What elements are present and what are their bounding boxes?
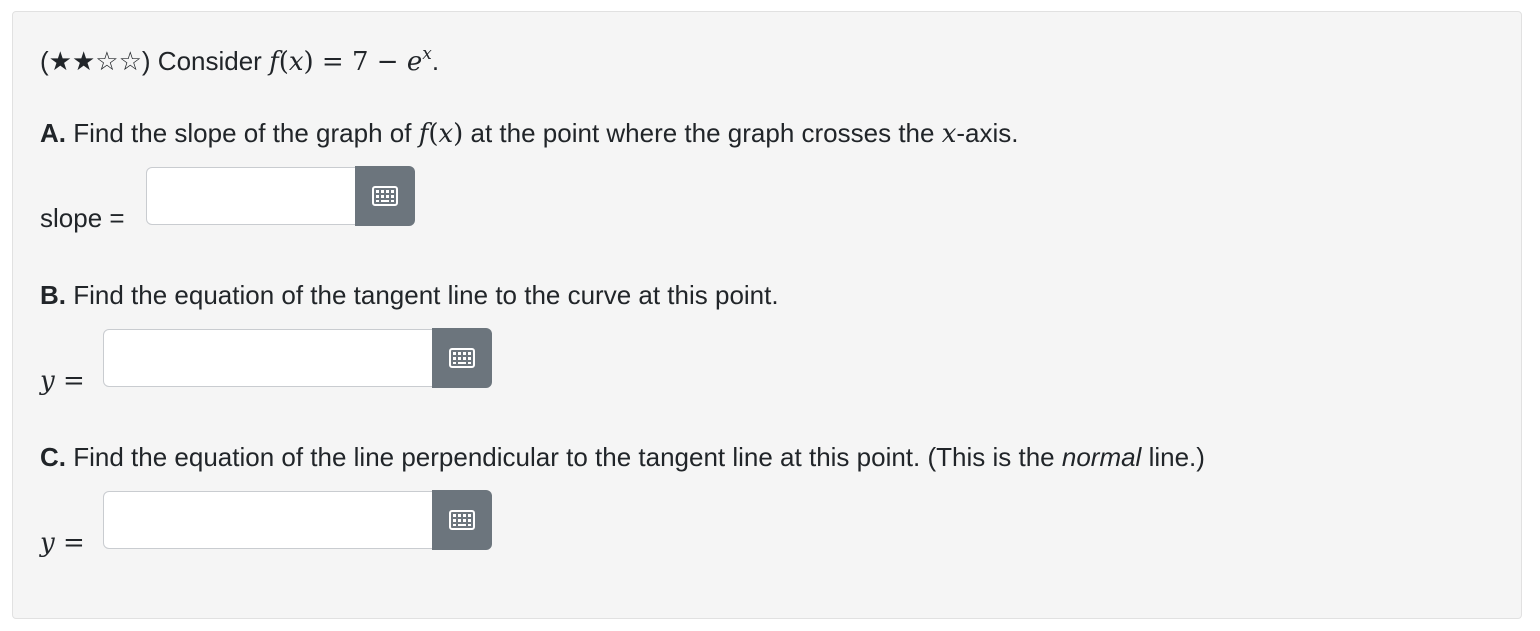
normal-label: y = [40, 528, 85, 558]
intro-paren-open: ( [40, 46, 49, 76]
normal-keyboard-button[interactable] [432, 490, 492, 550]
keyboard-grid-icon [449, 348, 475, 368]
part-b-question: B. Find the equation of the tangent line… [40, 280, 779, 310]
part-b-letter: B. [40, 280, 66, 310]
part-a-axis-var: x [941, 119, 957, 149]
normal-emphasis: normal [1061, 442, 1142, 472]
part-a-question: A. Find the slope of the graph of f(x) a… [40, 118, 1019, 149]
keyboard-grid-icon [372, 186, 398, 206]
part-c-letter: C. [40, 442, 66, 472]
intro-text: ) Consider [141, 46, 270, 76]
slope-label: slope = [40, 203, 125, 233]
slope-input[interactable] [146, 167, 357, 225]
intro-period: . [431, 46, 440, 76]
part-a-function: f(x) [418, 119, 464, 149]
intro-function: f(x) = 7 − ex [269, 44, 432, 77]
part-a-letter: A. [40, 118, 66, 148]
keyboard-grid-icon [449, 510, 475, 530]
part-c-question: C. Find the equation of the line perpend… [40, 442, 1205, 472]
tangent-label: y = [40, 366, 85, 396]
slope-keyboard-button[interactable] [355, 166, 415, 226]
tangent-equation-input[interactable] [103, 329, 435, 387]
problem-intro: (★★☆☆) Consider f(x) = 7 − ex. [40, 44, 440, 77]
tangent-keyboard-button[interactable] [432, 328, 492, 388]
problem-card: (★★☆☆) Consider f(x) = 7 − ex. A. Find t… [12, 11, 1522, 619]
normal-equation-input[interactable] [103, 491, 435, 549]
difficulty-stars: ★★☆☆ [48, 46, 142, 76]
